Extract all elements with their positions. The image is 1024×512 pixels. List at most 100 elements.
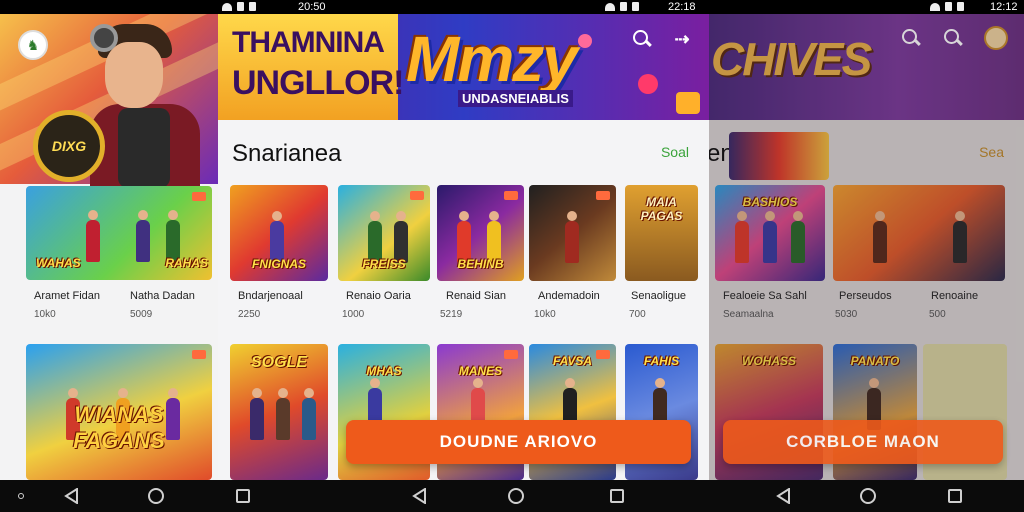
assist-dot-icon[interactable]: [18, 493, 24, 499]
status-bar: 20:50 22:18 12:12: [0, 0, 1024, 14]
section-title: Snarianea: [232, 140, 342, 167]
tile-title: FNIGNAS: [252, 257, 306, 271]
banner-sparkle: [638, 74, 658, 94]
banner-sparkle: [578, 34, 592, 48]
game-tile[interactable]: MAIA PAGAS: [625, 185, 698, 281]
hero-head: [105, 42, 163, 108]
hero-vest: [118, 108, 170, 188]
tile-figure: [735, 211, 749, 263]
banner-logo: CHIVES: [711, 33, 872, 85]
game-name: Senaoligue: [631, 290, 687, 302]
tile-title: BEHINB: [457, 257, 504, 271]
tile-title: MANES: [458, 364, 503, 378]
game-meta: 700: [629, 309, 646, 320]
tile-figure: [763, 211, 777, 263]
signal-icon: [237, 2, 244, 11]
hot-badge: [596, 350, 610, 359]
hot-badge: [410, 191, 424, 200]
download-button[interactable]: DOUDNE ARIOVO: [346, 420, 691, 464]
hero-badge: DIXG: [33, 110, 105, 182]
share-icon[interactable]: ⇢: [671, 28, 693, 50]
status-time-far: 12:12: [990, 1, 1018, 13]
wifi-icon: [930, 2, 940, 11]
hot-badge: [504, 191, 518, 200]
back-icon[interactable]: [776, 487, 792, 505]
game-meta: 5009: [130, 309, 153, 320]
status-icons-mid: [222, 0, 256, 11]
tile-figure: [791, 211, 805, 263]
hot-badge: [504, 350, 518, 359]
home-icon[interactable]: [508, 488, 524, 504]
game-tile[interactable]: BASHIOS: [715, 185, 825, 281]
download-button[interactable]: CORBLOE MAON: [723, 420, 1003, 464]
featured-art: [729, 132, 829, 180]
tile-title: WOHASS: [742, 354, 796, 368]
battery-icon: [632, 2, 639, 11]
game-tile[interactable]: WAHAS RAHAS: [26, 186, 212, 280]
tile-title: MAIA PAGAS: [640, 195, 683, 223]
game-name: Renaid Sian: [446, 290, 506, 302]
tile-figure: [953, 211, 967, 263]
search-icon[interactable]: [900, 27, 922, 49]
game-name: Perseudos: [839, 290, 892, 302]
banner-line-1: THAMNINA: [232, 26, 385, 59]
game-meta: 1000: [342, 309, 365, 320]
game-name: Bndarjenoaal: [238, 290, 303, 302]
avatar-icon[interactable]: [984, 26, 1008, 50]
banner-line-2: UNGLLOR!: [232, 64, 404, 102]
status-time-right: 22:18: [668, 1, 696, 13]
wifi-icon: [605, 2, 615, 11]
game-tile[interactable]: BEHINB: [437, 185, 524, 281]
game-tile[interactable]: FREISS: [338, 185, 430, 281]
recents-icon[interactable]: [948, 489, 962, 503]
game-tile[interactable]: [529, 185, 616, 281]
home-icon[interactable]: [148, 488, 164, 504]
recents-icon[interactable]: [610, 489, 624, 503]
tile-figure: [250, 388, 264, 440]
battery-icon: [249, 2, 256, 11]
left-screen: ♞ DIXG WAHAS RAHAS Aramet Fidan 10k0 Nat…: [0, 14, 218, 480]
game-meta: 5030: [835, 309, 858, 320]
tile-figure: [873, 211, 887, 263]
game-name: Natha Dadan: [130, 290, 195, 302]
hot-badge: [596, 191, 610, 200]
game-tile[interactable]: FNIGNAS: [230, 185, 328, 281]
top-actions: [900, 26, 1008, 50]
tile-title: BASHIOS: [742, 195, 798, 209]
wifi-icon: [222, 2, 232, 11]
status-icons-far: [930, 0, 964, 11]
game-meta: 10k0: [534, 309, 556, 320]
recents-icon[interactable]: [236, 489, 250, 503]
promo-banner[interactable]: THAMNINA UNGLLOR! Mmzy UNDASNEIABLIS ⇢: [218, 14, 709, 120]
banner-subtitle: UNDASNEIABLIS: [458, 90, 573, 107]
signal-icon: [945, 2, 952, 11]
game-tile[interactable]: SOGLE: [230, 344, 328, 480]
tile-figure: [276, 388, 290, 440]
game-tile[interactable]: [833, 185, 1005, 281]
banner-sparkle: [676, 92, 700, 114]
app-logo-icon[interactable]: ♞: [18, 30, 48, 60]
game-name: Renaio Oaria: [346, 290, 411, 302]
banner-logo: Mmzy: [406, 23, 578, 95]
signal-icon: [620, 2, 627, 11]
tile-figure: [565, 211, 579, 263]
promo-banner[interactable]: CHIVES: [709, 14, 1024, 120]
back-icon[interactable]: [412, 487, 428, 505]
search-icon[interactable]: [631, 28, 653, 50]
status-time-mid: 20:50: [298, 1, 326, 13]
tile-figure: [302, 388, 316, 440]
see-all-link[interactable]: Sea: [979, 144, 1004, 160]
search-icon[interactable]: [942, 27, 964, 49]
back-icon[interactable]: [64, 487, 80, 505]
tile-title: FREISS: [362, 257, 406, 271]
game-name: Renoaine: [931, 290, 979, 302]
game-meta: Seamaalna: [723, 309, 774, 320]
game-meta: 10k0: [34, 309, 56, 320]
status-icons-right: [605, 0, 639, 11]
home-icon[interactable]: [860, 488, 876, 504]
top-actions: ⇢: [631, 28, 693, 50]
see-all-link[interactable]: Soal: [661, 144, 689, 160]
tile-title: MHAS: [366, 364, 402, 378]
hero-banner[interactable]: ♞ DIXG: [0, 14, 218, 189]
game-tile[interactable]: WIANAS FAGANS: [26, 344, 212, 480]
